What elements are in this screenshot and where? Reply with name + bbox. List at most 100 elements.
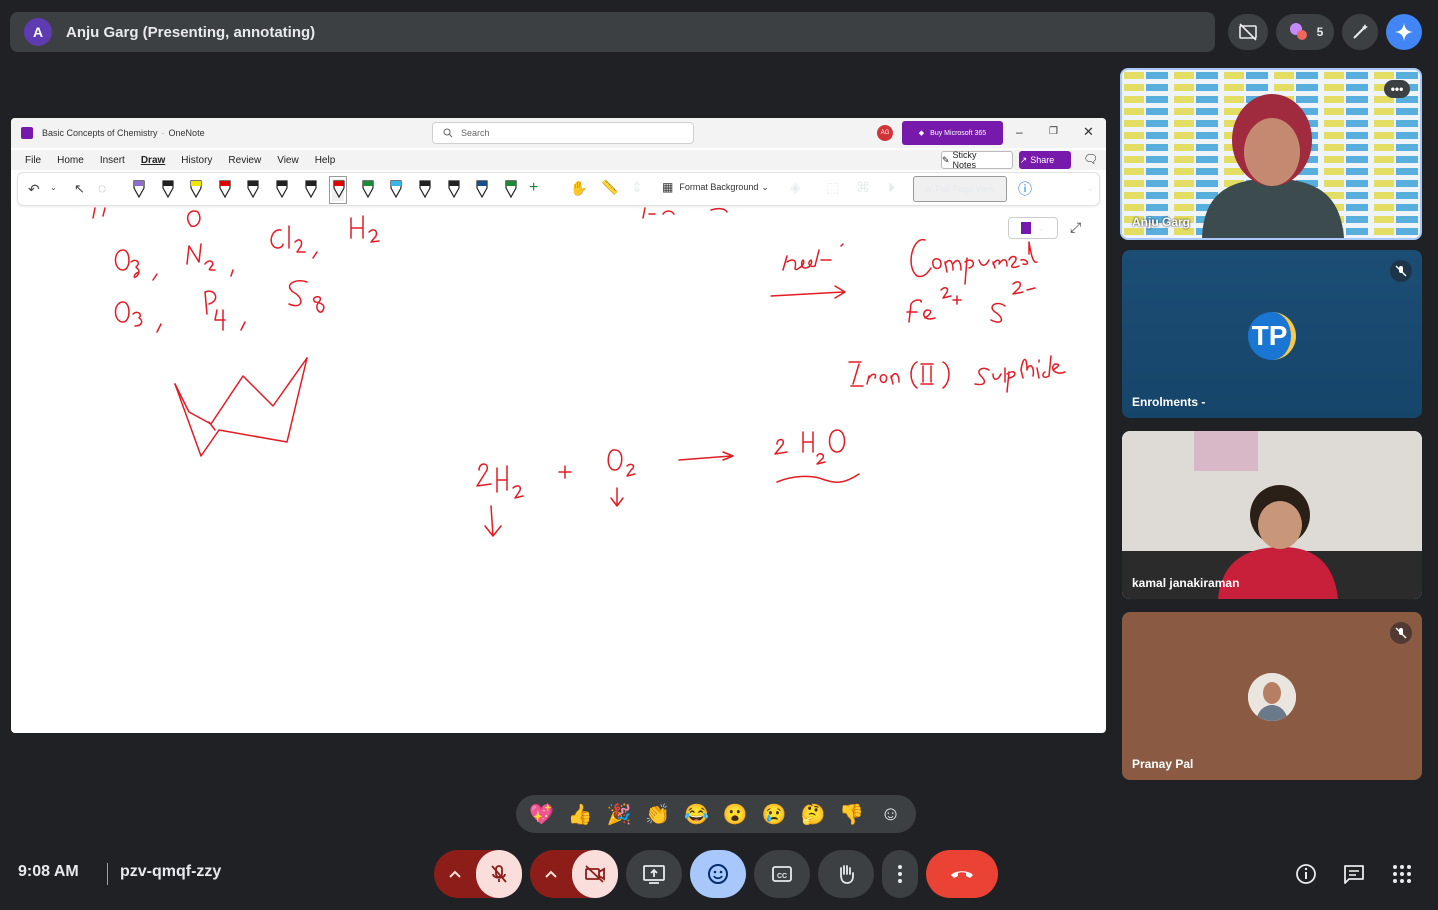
pen-tool-4[interactable]	[218, 179, 231, 201]
lasso-icon[interactable]: ◌	[98, 180, 106, 196]
share-label: Share	[1030, 155, 1055, 165]
clock: 9:08 AM	[18, 863, 79, 880]
onenote-menu-bar: File Home Insert Draw History Review Vie…	[11, 150, 1106, 170]
audio-options-button[interactable]	[434, 850, 476, 898]
end-call-button[interactable]	[926, 850, 998, 898]
pen-tool-7[interactable]	[304, 179, 317, 201]
tile-enrolments[interactable]: TP Enrolments -	[1122, 250, 1422, 418]
annotate-button[interactable]	[1342, 14, 1378, 50]
select-icon[interactable]: ↖	[74, 181, 85, 197]
menu-home[interactable]: Home	[57, 155, 84, 166]
captions-button[interactable]: CC	[754, 850, 810, 898]
format-background-button[interactable]: ▦ Format Background ⌄	[662, 180, 769, 194]
buy-m365-button[interactable]: ◆ Buy Microsoft 365	[902, 121, 1003, 145]
reaction-party[interactable]: 🎉	[604, 802, 634, 827]
pen-sparkle-icon	[1353, 24, 1368, 39]
undo-dropdown-icon[interactable]: ⌄	[50, 183, 57, 192]
participants-button[interactable]: 5	[1276, 14, 1334, 50]
presenter-avatar: A	[24, 18, 52, 46]
ink-replay-icon[interactable]: ⏵	[888, 179, 895, 196]
tile-name: Enrolments -	[1132, 395, 1206, 409]
shapes-icon[interactable]: ◈	[790, 179, 801, 196]
share-button[interactable]: ↗ Share	[1019, 151, 1071, 169]
tile-name: kamal janakiraman	[1132, 576, 1240, 590]
sticky-notes-button[interactable]: ✎ Sticky Notes	[941, 150, 1013, 170]
reaction-laugh[interactable]: 😂	[682, 802, 712, 827]
pen-tool-8[interactable]	[329, 176, 348, 204]
add-space-icon[interactable]: ⇕	[631, 179, 643, 196]
undo-icon[interactable]: ↶	[28, 181, 40, 198]
more-vert-icon	[898, 865, 902, 883]
full-page-view-button[interactable]: ⧉ Full Page View	[913, 176, 1007, 202]
onenote-search-box[interactable]: Search	[432, 122, 694, 144]
menu-file[interactable]: File	[25, 155, 41, 166]
close-icon[interactable]: ✕	[1083, 124, 1094, 140]
maximize-icon[interactable]: ❐	[1049, 126, 1058, 137]
full-page-icon: ⧉	[924, 183, 932, 194]
pen-tool-14[interactable]	[504, 179, 517, 201]
camera-toggle-button[interactable]	[572, 850, 618, 898]
tile-anju-garg[interactable]: ••• Anju Garg	[1120, 68, 1422, 240]
reaction-surprised[interactable]: 😮	[720, 802, 750, 827]
captions-icon: CC	[772, 866, 792, 882]
reaction-heart[interactable]: 💖	[526, 802, 556, 827]
pen-tool-5[interactable]	[246, 179, 259, 201]
sparkle-icon	[1395, 23, 1413, 41]
menu-help[interactable]: Help	[315, 155, 336, 166]
collapse-ribbon-icon[interactable]: ⌄	[1086, 183, 1094, 194]
pen-tool-13[interactable]	[475, 179, 488, 201]
tile-kamal-janakiraman[interactable]: kamal janakiraman	[1122, 431, 1422, 599]
menu-review[interactable]: Review	[228, 155, 261, 166]
reaction-thinking[interactable]: 🤔	[798, 802, 828, 827]
menu-insert[interactable]: Insert	[100, 155, 125, 166]
ruler-icon[interactable]: 📏	[601, 179, 618, 196]
pen-tool-1[interactable]	[132, 179, 145, 201]
participant-video-kamal	[1122, 431, 1422, 599]
chat-icon[interactable]	[1342, 862, 1366, 886]
pen-tool-3[interactable]	[189, 179, 202, 201]
more-options-icon[interactable]: •••	[1384, 80, 1410, 98]
pen-tool-11[interactable]	[418, 179, 431, 201]
video-options-button[interactable]	[530, 850, 572, 898]
mic-toggle-button[interactable]	[476, 850, 522, 898]
pen-tool-2[interactable]	[161, 179, 174, 201]
ink-to-shape-icon[interactable]: ⬚	[826, 179, 839, 196]
present-screen-button[interactable]	[626, 850, 682, 898]
pan-hand-icon[interactable]: ✋	[570, 180, 587, 197]
ink-to-text-icon[interactable]: ⌘	[856, 179, 870, 196]
search-placeholder: Search	[461, 128, 490, 138]
reaction-clap[interactable]: 👏	[643, 802, 673, 827]
ink-canvas[interactable]	[11, 206, 1106, 733]
add-pen-icon[interactable]: +	[529, 179, 538, 197]
meeting-code: pzv-qmqf-zzy	[107, 863, 221, 885]
help-icon[interactable]: ⓘ	[1018, 179, 1032, 199]
comments-icon[interactable]: 🗨	[1083, 152, 1098, 166]
account-avatar[interactable]: AG	[877, 125, 893, 141]
reaction-sad[interactable]: 😢	[759, 802, 789, 827]
more-options-button[interactable]	[882, 850, 918, 898]
reaction-thumbs-up[interactable]: 👍	[565, 802, 595, 827]
reaction-thumbs-down[interactable]: 👎	[837, 802, 867, 827]
tile-pranay-pal[interactable]: Pranay Pal	[1122, 612, 1422, 780]
add-reaction-icon[interactable]: ☺	[876, 803, 906, 826]
menu-draw[interactable]: Draw	[141, 155, 165, 166]
activities-icon[interactable]	[1390, 862, 1414, 886]
pen-tool-10[interactable]	[389, 179, 402, 201]
chevron-up-icon	[545, 870, 557, 878]
meeting-info-icon[interactable]	[1294, 862, 1318, 886]
menu-view[interactable]: View	[277, 155, 299, 166]
pen-tool-6[interactable]	[275, 179, 288, 201]
emoji-reactions-button[interactable]	[690, 850, 746, 898]
sticky-note-icon: ✎	[942, 154, 950, 165]
raise-hand-button[interactable]	[818, 850, 874, 898]
menu-history[interactable]: History	[181, 155, 212, 166]
mic-off-icon	[1390, 622, 1412, 644]
tile-name: Anju Garg	[1132, 215, 1191, 229]
mic-off-icon	[1390, 260, 1412, 282]
gemini-button[interactable]	[1386, 14, 1422, 50]
shared-screen: Basic Concepts of Chemistry · OneNote Se…	[11, 118, 1106, 733]
hide-self-view-button[interactable]	[1228, 14, 1268, 50]
minimize-icon[interactable]: –	[1016, 125, 1023, 139]
pen-tool-12[interactable]	[447, 179, 460, 201]
pen-tool-9[interactable]	[361, 179, 374, 201]
